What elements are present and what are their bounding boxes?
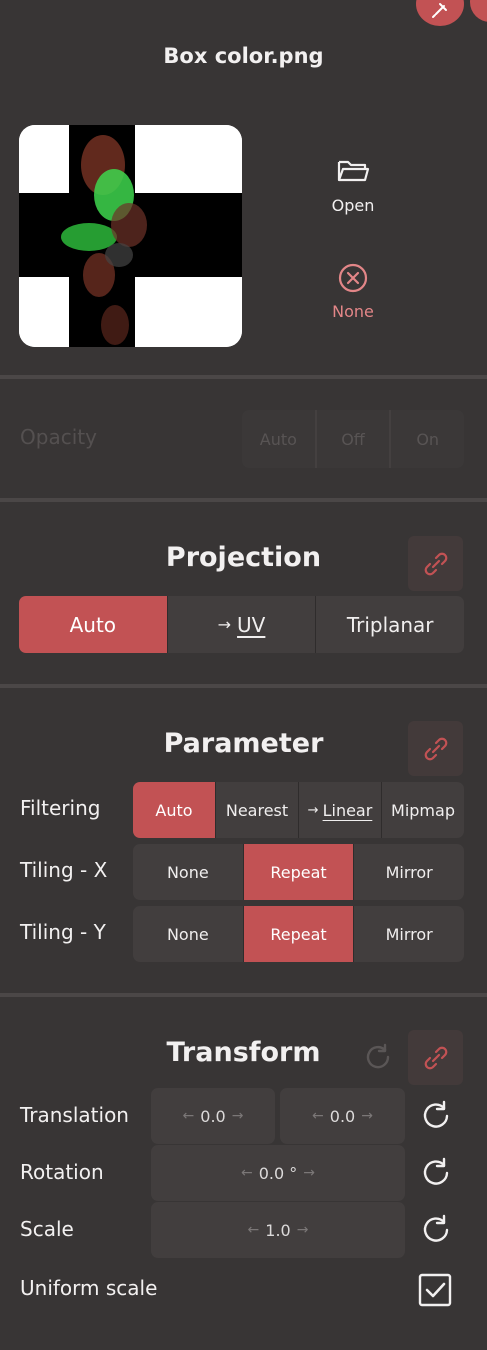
uniform-scale-checkbox[interactable] bbox=[418, 1273, 452, 1307]
opacity-option-off: Off bbox=[314, 410, 390, 468]
projection-selector[interactable]: Auto → UV Triplanar bbox=[19, 596, 464, 653]
open-label: Open bbox=[331, 196, 375, 215]
reset-all-icon[interactable] bbox=[362, 1041, 394, 1073]
arrow-right-icon: → bbox=[307, 802, 319, 818]
arrow-right-icon: → bbox=[217, 615, 232, 634]
rotation-field[interactable]: ← 0.0 ° → bbox=[151, 1145, 405, 1201]
arrow-right-icon: → bbox=[296, 1222, 309, 1238]
arrow-right-icon: → bbox=[303, 1165, 315, 1181]
projection-option-auto[interactable]: Auto bbox=[19, 596, 167, 653]
tiling-x-option-none[interactable]: None bbox=[133, 844, 243, 900]
filtering-option-mipmap[interactable]: Mipmap bbox=[381, 782, 464, 838]
tiling-y-option-none[interactable]: None bbox=[133, 906, 243, 962]
arrow-left-icon: ← bbox=[247, 1222, 260, 1238]
arrow-right-icon: → bbox=[361, 1108, 373, 1124]
tiling-x-selector[interactable]: None Repeat Mirror bbox=[133, 844, 464, 900]
filtering-selector[interactable]: Auto Nearest → Linear Mipmap bbox=[133, 782, 464, 838]
none-label: None bbox=[332, 302, 374, 321]
texture-thumbnail bbox=[19, 125, 242, 347]
folder-icon bbox=[337, 160, 370, 182]
arrow-left-icon: ← bbox=[241, 1165, 253, 1181]
divider bbox=[0, 498, 487, 502]
transform-link-button[interactable] bbox=[408, 1030, 463, 1085]
parameter-link-button[interactable] bbox=[408, 721, 463, 776]
filtering-option-linear[interactable]: → Linear bbox=[298, 782, 381, 838]
tiling-y-selector[interactable]: None Repeat Mirror bbox=[133, 906, 464, 962]
scale-field[interactable]: ← 1.0 → bbox=[151, 1202, 405, 1258]
close-panel-button[interactable] bbox=[470, 0, 487, 22]
filtering-option-nearest[interactable]: Nearest bbox=[215, 782, 298, 838]
pin-button[interactable] bbox=[416, 0, 464, 26]
link-icon bbox=[424, 1046, 447, 1069]
file-title: Box color.png bbox=[163, 44, 324, 68]
opacity-option-on: On bbox=[389, 410, 464, 468]
tiling-y-option-repeat[interactable]: Repeat bbox=[242, 906, 354, 962]
tiling-x-option-mirror[interactable]: Mirror bbox=[353, 844, 464, 900]
filtering-label: Filtering bbox=[20, 796, 101, 820]
divider bbox=[0, 375, 487, 379]
tiling-x-label: Tiling - X bbox=[20, 858, 108, 882]
opacity-option-auto: Auto bbox=[242, 410, 315, 468]
translation-x-field[interactable]: ← 0.0 → bbox=[151, 1088, 275, 1144]
clear-icon bbox=[338, 263, 368, 293]
divider bbox=[0, 684, 487, 688]
opacity-selector: Auto Off On bbox=[242, 410, 464, 468]
link-icon bbox=[424, 552, 447, 575]
rotation-value: 0.0 ° bbox=[258, 1163, 298, 1183]
projection-option-uv-label: UV bbox=[237, 612, 266, 637]
divider bbox=[0, 993, 487, 997]
arrow-left-icon: ← bbox=[182, 1108, 195, 1124]
uniform-scale-label: Uniform scale bbox=[20, 1276, 158, 1300]
translation-y-field[interactable]: ← 0.0 → bbox=[280, 1088, 405, 1144]
open-button[interactable]: Open bbox=[303, 150, 403, 215]
scale-label: Scale bbox=[20, 1217, 74, 1241]
scale-value: 1.0 bbox=[265, 1220, 291, 1240]
reset-rotation-icon[interactable] bbox=[419, 1156, 453, 1190]
filtering-option-linear-label: Linear bbox=[322, 800, 373, 820]
link-icon bbox=[424, 737, 447, 760]
pin-icon bbox=[432, 3, 447, 18]
none-button[interactable]: None bbox=[303, 258, 403, 321]
reset-translation-icon[interactable] bbox=[419, 1099, 453, 1133]
tiling-y-option-mirror[interactable]: Mirror bbox=[353, 906, 464, 962]
arrow-right-icon: → bbox=[231, 1108, 244, 1124]
filtering-option-auto[interactable]: Auto bbox=[133, 782, 215, 838]
projection-option-triplanar[interactable]: Triplanar bbox=[315, 596, 464, 653]
tiling-y-label: Tiling - Y bbox=[20, 920, 106, 944]
translation-label: Translation bbox=[20, 1103, 129, 1127]
translation-x-value: 0.0 bbox=[200, 1106, 226, 1126]
arrow-left-icon: ← bbox=[312, 1108, 324, 1124]
tiling-x-option-repeat[interactable]: Repeat bbox=[242, 844, 354, 900]
opacity-label: Opacity bbox=[20, 425, 97, 449]
projection-link-button[interactable] bbox=[408, 536, 463, 591]
projection-option-uv[interactable]: → UV bbox=[166, 596, 316, 653]
translation-y-value: 0.0 bbox=[329, 1106, 356, 1126]
reset-scale-icon[interactable] bbox=[419, 1213, 453, 1247]
rotation-label: Rotation bbox=[20, 1160, 104, 1184]
